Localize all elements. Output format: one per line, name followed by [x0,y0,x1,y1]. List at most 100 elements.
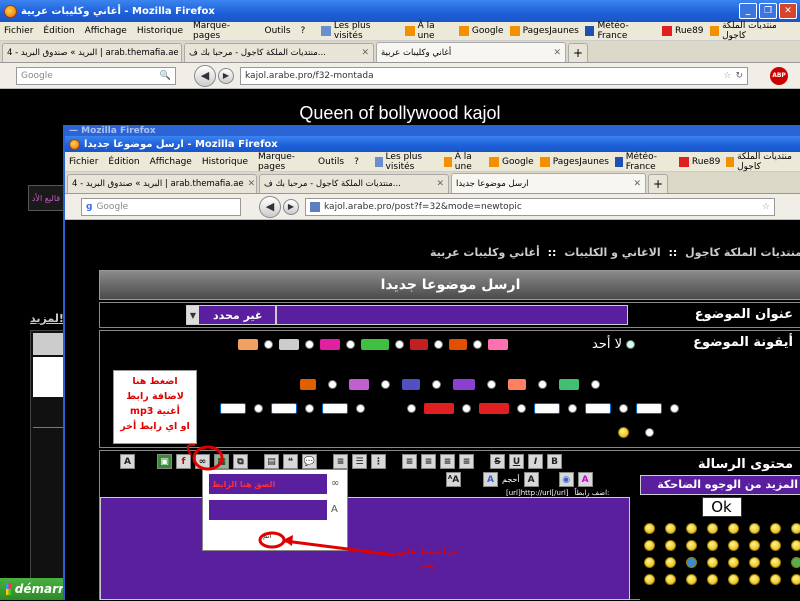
comment-icon[interactable]: 💬 [302,454,317,469]
strike-icon[interactable]: S [490,454,505,469]
smiley-icon[interactable] [728,523,739,534]
smiley-icon[interactable] [686,557,697,568]
radio-none[interactable] [626,340,636,349]
back-button[interactable]: ◀ [194,64,216,87]
quote-icon[interactable]: ❝ [283,454,298,469]
smiley-icon[interactable] [686,523,697,534]
smiley-icon[interactable] [770,540,781,551]
forward-button[interactable]: ▶ [283,198,299,215]
smiley-icon[interactable] [791,523,800,534]
menu-outils[interactable]: Outils [265,26,291,36]
maximize-icon[interactable]: ❐ [759,3,777,19]
smiley-icon[interactable] [770,557,781,568]
sticker-image[interactable] [449,339,467,350]
bookmark-most-visited[interactable]: Les plus visités [374,152,438,172]
bookmark-star-icon[interactable]: ☆ [723,71,731,81]
sticker-image[interactable] [373,403,399,414]
minimize-icon[interactable]: _ [739,3,757,19]
radio-sticker[interactable] [487,380,496,389]
bookmark-star-icon[interactable]: ☆ [762,202,770,212]
radio-sticker[interactable] [356,404,365,413]
smiley-icon[interactable] [749,540,760,551]
smiley-icon[interactable] [770,523,781,534]
menu-affichage[interactable]: Affichage [150,157,192,167]
highlight-icon[interactable]: A [523,472,539,487]
sticker-image[interactable] [453,379,475,390]
smiley-icon[interactable] [665,540,676,551]
align-right-icon[interactable]: ≡ [421,454,436,469]
bold-icon[interactable]: B [547,454,562,469]
close-tab-icon[interactable]: ✕ [549,48,561,58]
smiley-icon[interactable] [686,540,697,551]
radio-sticker[interactable] [517,404,526,413]
radio-sticker[interactable] [305,404,314,413]
list-ordered-icon[interactable]: ☰ [352,454,367,469]
menu-marque-pages[interactable]: Marque-pages [258,152,308,172]
sticker-image[interactable] [220,403,246,414]
radio-sticker[interactable] [395,340,404,349]
close-tab-icon[interactable]: ✕ [357,48,369,58]
radio-sticker[interactable] [434,340,443,349]
radio-sticker[interactable] [346,340,355,349]
smiley-icon[interactable] [707,523,718,534]
menu-affichage[interactable]: Affichage [85,26,127,36]
search-input[interactable]: g Google [81,197,241,216]
radio-sticker[interactable] [407,404,416,413]
close-icon[interactable]: ✕ [779,3,797,19]
bookmark-meteo[interactable]: Météo-France [584,21,656,41]
url-bar[interactable]: kajol.arabe.pro/f32-montada ☆ ↻ [240,66,748,85]
breadcrumb-forum[interactable]: منتديات الملكة كاجول [685,246,800,259]
smiley-icon[interactable] [791,540,800,551]
bookmark-kajol[interactable]: منتديات الملكة كاجول [726,152,800,172]
smiley-icon[interactable] [749,523,760,534]
tab-arabic-songs[interactable]: أغاني وكليبات عربية ✕ [376,42,566,62]
radio-sticker[interactable] [254,404,263,413]
video-icon[interactable]: ▦ [214,454,229,469]
sticker-image[interactable] [424,403,454,414]
text-color-icon[interactable]: A [577,472,593,487]
smiley-icon[interactable] [644,523,655,534]
sticker-image[interactable] [585,403,611,414]
sticker-image[interactable] [534,403,560,414]
smiley-icon[interactable] [665,557,676,568]
menu-outils[interactable]: Outils [318,157,344,167]
sticker-image[interactable] [349,379,369,390]
smilies-ok-button[interactable]: Ok [701,497,742,517]
format-icon[interactable]: A [120,454,135,469]
underline-icon[interactable]: U [509,454,524,469]
radio-sticker[interactable] [381,380,390,389]
reload-icon[interactable]: ↻ [735,71,743,81]
radio-sticker[interactable] [538,380,547,389]
bookmark-google[interactable]: Google [458,26,504,36]
table-icon[interactable]: ▤ [264,454,279,469]
menu-historique[interactable]: Historique [202,157,248,167]
text-size-icon[interactable]: ᴬA [446,472,461,487]
sticker-image[interactable] [636,403,662,414]
sticker-image[interactable] [238,339,258,350]
breadcrumb-category[interactable]: الاغاني و الكليبات [564,246,660,259]
sticker-image[interactable] [508,379,526,390]
align-center-icon[interactable]: ≡ [440,454,455,469]
text-shadow-icon[interactable]: A [483,472,498,487]
sticker-image[interactable] [402,379,420,390]
new-tab-button[interactable]: + [568,43,588,62]
smiley-icon[interactable] [707,540,718,551]
adblock-icon[interactable]: ABP [770,66,788,85]
sticker-image[interactable] [320,339,340,350]
italic-icon[interactable]: I [528,454,543,469]
radio-sticker[interactable] [328,380,337,389]
smiley-icon[interactable] [728,574,739,585]
copy-icon[interactable]: ⧉ [233,454,248,469]
sticker-image[interactable] [271,403,297,414]
align-justify-icon[interactable]: ≡ [402,454,417,469]
tab-kajol-home[interactable]: منتديات الملكة كاجول - مرحبا بك ف... ✕ [184,43,374,62]
smiley-icon[interactable] [770,574,781,585]
menu-fichier[interactable]: Fichier [4,26,33,36]
radio-sticker[interactable] [591,380,600,389]
bookmark-most-visited[interactable]: Les plus visités [321,21,399,41]
smiley-icon[interactable] [644,557,655,568]
sticker-image[interactable] [488,339,508,350]
close-tab-icon[interactable]: ✕ [179,48,181,58]
smiley-icon[interactable] [707,574,718,585]
flash-icon[interactable]: f [176,454,191,469]
